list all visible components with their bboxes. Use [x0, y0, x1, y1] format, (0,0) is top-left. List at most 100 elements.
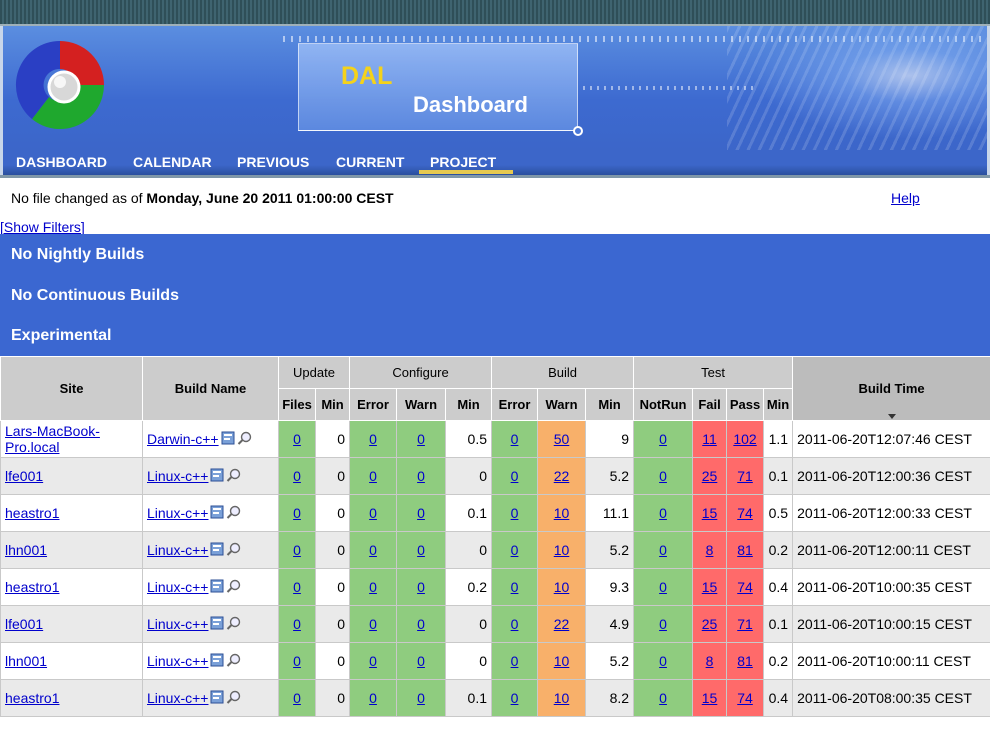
build-name-link[interactable]: Linux-c++: [147, 616, 208, 632]
update-files-link[interactable]: 0: [293, 616, 301, 632]
build-name-link[interactable]: Darwin-c++: [147, 431, 219, 447]
test-notrun-link[interactable]: 0: [659, 468, 667, 484]
magnifier-icon[interactable]: [226, 468, 242, 485]
build-warn-link[interactable]: 10: [554, 690, 570, 706]
nav-previous[interactable]: PREVIOUS: [237, 154, 309, 175]
magnifier-icon[interactable]: [226, 505, 242, 522]
nav-calendar[interactable]: CALENDAR: [133, 154, 212, 175]
build-warn-link[interactable]: 10: [554, 505, 570, 521]
build-warn-link[interactable]: 10: [554, 653, 570, 669]
test-notrun-link[interactable]: 0: [659, 616, 667, 632]
site-link[interactable]: lhn001: [5, 542, 47, 558]
build-name-link[interactable]: Linux-c++: [147, 468, 208, 484]
site-link[interactable]: lfe001: [5, 468, 43, 484]
cdash-logo-icon[interactable]: [12, 37, 108, 133]
col-configure-warn[interactable]: Warn: [396, 388, 447, 421]
col-build-error[interactable]: Error: [491, 388, 539, 421]
update-files-link[interactable]: 0: [293, 431, 301, 447]
notes-icon[interactable]: [210, 690, 224, 707]
col-build-warn[interactable]: Warn: [537, 388, 587, 421]
test-fail-link[interactable]: 11: [702, 431, 717, 447]
build-error-link[interactable]: 0: [511, 579, 519, 595]
test-fail-link[interactable]: 15: [702, 690, 718, 706]
col-build-min[interactable]: Min: [585, 388, 635, 421]
test-pass-link[interactable]: 81: [737, 653, 753, 669]
notes-icon[interactable]: [210, 579, 224, 596]
notes-icon[interactable]: [210, 616, 224, 633]
build-warn-link[interactable]: 22: [554, 616, 570, 632]
magnifier-icon[interactable]: [226, 690, 242, 707]
test-fail-link[interactable]: 15: [702, 579, 718, 595]
test-pass-link[interactable]: 74: [737, 579, 753, 595]
col-build-name[interactable]: Build Name: [142, 356, 279, 421]
notes-icon[interactable]: [221, 431, 235, 448]
nav-current[interactable]: CURRENT: [336, 154, 404, 175]
configure-warn-link[interactable]: 0: [417, 468, 425, 484]
build-name-link[interactable]: Linux-c++: [147, 579, 208, 595]
update-files-link[interactable]: 0: [293, 505, 301, 521]
test-notrun-link[interactable]: 0: [659, 542, 667, 558]
show-filters-link[interactable]: [Show Filters]: [0, 219, 85, 235]
test-pass-link[interactable]: 102: [733, 431, 756, 447]
update-files-link[interactable]: 0: [293, 653, 301, 669]
build-name-link[interactable]: Linux-c++: [147, 653, 208, 669]
test-notrun-link[interactable]: 0: [659, 431, 667, 447]
test-pass-link[interactable]: 81: [737, 542, 753, 558]
configure-warn-link[interactable]: 0: [417, 653, 425, 669]
test-notrun-link[interactable]: 0: [659, 653, 667, 669]
test-fail-link[interactable]: 15: [702, 505, 718, 521]
configure-error-link[interactable]: 0: [369, 690, 377, 706]
site-link[interactable]: lhn001: [5, 653, 47, 669]
test-notrun-link[interactable]: 0: [659, 505, 667, 521]
configure-error-link[interactable]: 0: [369, 616, 377, 632]
configure-error-link[interactable]: 0: [369, 542, 377, 558]
update-files-link[interactable]: 0: [293, 690, 301, 706]
configure-error-link[interactable]: 0: [369, 579, 377, 595]
col-build-time[interactable]: Build Time: [792, 356, 990, 421]
test-notrun-link[interactable]: 0: [659, 690, 667, 706]
configure-error-link[interactable]: 0: [369, 431, 377, 447]
test-pass-link[interactable]: 71: [737, 616, 753, 632]
configure-warn-link[interactable]: 0: [417, 542, 425, 558]
col-site[interactable]: Site: [0, 356, 143, 421]
test-notrun-link[interactable]: 0: [659, 579, 667, 595]
build-warn-link[interactable]: 10: [554, 579, 570, 595]
notes-icon[interactable]: [210, 505, 224, 522]
col-configure-min[interactable]: Min: [445, 388, 493, 421]
update-files-link[interactable]: 0: [293, 579, 301, 595]
test-pass-link[interactable]: 74: [737, 505, 753, 521]
test-fail-link[interactable]: 25: [702, 468, 718, 484]
magnifier-icon[interactable]: [226, 616, 242, 633]
configure-warn-link[interactable]: 0: [417, 431, 425, 447]
magnifier-icon[interactable]: [226, 579, 242, 596]
build-warn-link[interactable]: 22: [554, 468, 570, 484]
build-warn-link[interactable]: 50: [554, 431, 570, 447]
col-test-fail[interactable]: Fail: [692, 388, 728, 421]
help-link[interactable]: Help: [891, 190, 920, 206]
notes-icon[interactable]: [210, 542, 224, 559]
col-update-min[interactable]: Min: [314, 388, 351, 421]
site-link[interactable]: heastro1: [5, 505, 59, 521]
build-error-link[interactable]: 0: [511, 431, 519, 447]
magnifier-icon[interactable]: [226, 542, 242, 559]
test-fail-link[interactable]: 8: [706, 653, 714, 669]
nav-dashboard[interactable]: DASHBOARD: [16, 154, 107, 175]
magnifier-icon[interactable]: [237, 431, 253, 448]
col-test-notrun[interactable]: NotRun: [633, 388, 694, 421]
site-link[interactable]: heastro1: [5, 579, 59, 595]
test-fail-link[interactable]: 8: [706, 542, 714, 558]
configure-error-link[interactable]: 0: [369, 653, 377, 669]
configure-error-link[interactable]: 0: [369, 505, 377, 521]
col-update-files[interactable]: Files: [278, 388, 316, 421]
build-warn-link[interactable]: 10: [554, 542, 570, 558]
update-files-link[interactable]: 0: [293, 468, 301, 484]
configure-warn-link[interactable]: 0: [417, 616, 425, 632]
test-pass-link[interactable]: 74: [737, 690, 753, 706]
build-name-link[interactable]: Linux-c++: [147, 542, 208, 558]
magnifier-icon[interactable]: [226, 653, 242, 670]
col-test-min[interactable]: Min: [763, 388, 794, 421]
col-configure-error[interactable]: Error: [349, 388, 398, 421]
configure-warn-link[interactable]: 0: [417, 505, 425, 521]
build-error-link[interactable]: 0: [511, 616, 519, 632]
build-error-link[interactable]: 0: [511, 542, 519, 558]
